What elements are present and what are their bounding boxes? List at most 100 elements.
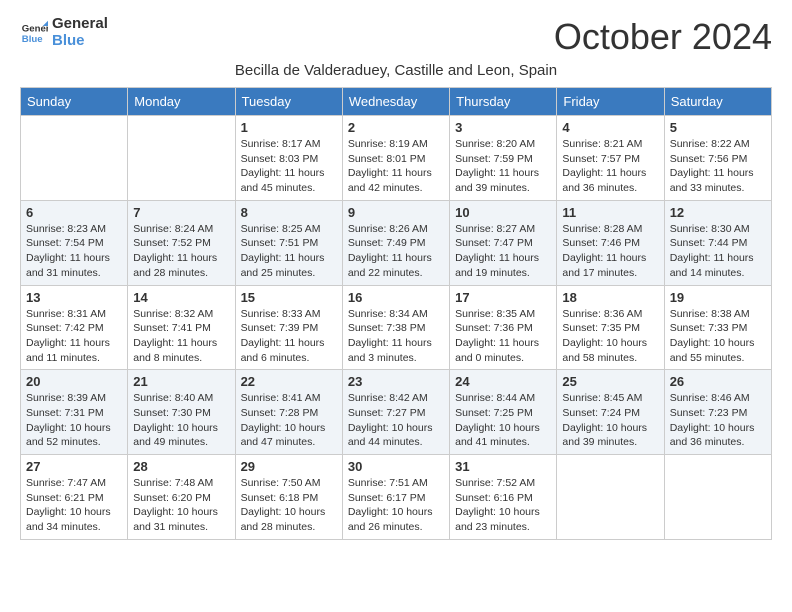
page-header: General Blue General Blue October 2024 — [20, 16, 772, 58]
day-number: 12 — [670, 205, 766, 220]
month-title: October 2024 — [554, 16, 772, 58]
day-info: Sunrise: 8:17 AM Sunset: 8:03 PM Dayligh… — [241, 137, 337, 196]
calendar-cell: 26 Sunrise: 8:46 AM Sunset: 7:23 PM Dayli… — [664, 370, 771, 455]
weekday-header-saturday: Saturday — [664, 88, 771, 116]
calendar-week-5: 27 Sunrise: 7:47 AM Sunset: 6:21 PM Dayli… — [21, 455, 772, 540]
calendar-cell: 15Sunrise: 8:33 AM Sunset: 7:39 PM Dayli… — [235, 285, 342, 370]
calendar-cell — [557, 455, 664, 540]
calendar-cell: 31 Sunrise: 7:52 AM Sunset: 6:16 PM Dayli… — [450, 455, 557, 540]
day-number: 10 — [455, 205, 551, 220]
day-info: Sunrise: 7:50 AM Sunset: 6:18 PM Dayligh… — [241, 476, 337, 535]
day-number: 31 — [455, 459, 551, 474]
svg-text:Blue: Blue — [22, 33, 43, 44]
calendar-cell: 3Sunrise: 8:20 AM Sunset: 7:59 PM Daylig… — [450, 116, 557, 201]
calendar-cell: 27 Sunrise: 7:47 AM Sunset: 6:21 PM Dayli… — [21, 455, 128, 540]
calendar-cell: 21 Sunrise: 8:40 AM Sunset: 7:30 PM Dayli… — [128, 370, 235, 455]
day-info: Sunrise: 8:33 AM Sunset: 7:39 PM Dayligh… — [241, 307, 337, 366]
day-number: 28 — [133, 459, 229, 474]
day-info: Sunrise: 8:19 AM Sunset: 8:01 PM Dayligh… — [348, 137, 444, 196]
calendar-cell: 24 Sunrise: 8:44 AM Sunset: 7:25 PM Dayli… — [450, 370, 557, 455]
calendar-week-3: 13 Sunrise: 8:31 AM Sunset: 7:42 PM Dayli… — [21, 285, 772, 370]
day-number: 23 — [348, 374, 444, 389]
calendar-cell — [664, 455, 771, 540]
calendar-cell: 14Sunrise: 8:32 AM Sunset: 7:41 PM Dayli… — [128, 285, 235, 370]
day-info: Sunrise: 8:32 AM Sunset: 7:41 PM Dayligh… — [133, 307, 229, 366]
calendar-cell: 25Sunrise: 8:45 AM Sunset: 7:24 PM Dayli… — [557, 370, 664, 455]
weekday-header-sunday: Sunday — [21, 88, 128, 116]
day-number: 9 — [348, 205, 444, 220]
day-info: Sunrise: 7:51 AM Sunset: 6:17 PM Dayligh… — [348, 476, 444, 535]
day-info: Sunrise: 8:31 AM Sunset: 7:42 PM Dayligh… — [26, 307, 122, 366]
day-number: 29 — [241, 459, 337, 474]
calendar-cell: 5 Sunrise: 8:22 AM Sunset: 7:56 PM Daylig… — [664, 116, 771, 201]
day-info: Sunrise: 8:44 AM Sunset: 7:25 PM Dayligh… — [455, 391, 551, 450]
calendar-cell: 18 Sunrise: 8:36 AM Sunset: 7:35 PM Dayli… — [557, 285, 664, 370]
day-info: Sunrise: 8:26 AM Sunset: 7:49 PM Dayligh… — [348, 222, 444, 281]
day-number: 4 — [562, 120, 658, 135]
calendar-cell: 23 Sunrise: 8:42 AM Sunset: 7:27 PM Dayli… — [342, 370, 449, 455]
day-number: 8 — [241, 205, 337, 220]
day-number: 26 — [670, 374, 766, 389]
calendar-cell: 10Sunrise: 8:27 AM Sunset: 7:47 PM Dayli… — [450, 200, 557, 285]
weekday-header-friday: Friday — [557, 88, 664, 116]
day-number: 17 — [455, 290, 551, 305]
day-info: Sunrise: 8:24 AM Sunset: 7:52 PM Dayligh… — [133, 222, 229, 281]
day-number: 19 — [670, 290, 766, 305]
logo-text-blue: Blue — [52, 33, 108, 50]
day-info: Sunrise: 7:47 AM Sunset: 6:21 PM Dayligh… — [26, 476, 122, 535]
calendar-cell: 9 Sunrise: 8:26 AM Sunset: 7:49 PM Daylig… — [342, 200, 449, 285]
calendar-cell: 30 Sunrise: 7:51 AM Sunset: 6:17 PM Dayli… — [342, 455, 449, 540]
day-info: Sunrise: 8:22 AM Sunset: 7:56 PM Dayligh… — [670, 137, 766, 196]
day-info: Sunrise: 8:41 AM Sunset: 7:28 PM Dayligh… — [241, 391, 337, 450]
day-number: 30 — [348, 459, 444, 474]
day-number: 18 — [562, 290, 658, 305]
calendar-cell: 4Sunrise: 8:21 AM Sunset: 7:57 PM Daylig… — [557, 116, 664, 201]
calendar-cell: 20Sunrise: 8:39 AM Sunset: 7:31 PM Dayli… — [21, 370, 128, 455]
weekday-header-row: SundayMondayTuesdayWednesdayThursdayFrid… — [21, 88, 772, 116]
weekday-header-thursday: Thursday — [450, 88, 557, 116]
day-number: 11 — [562, 205, 658, 220]
calendar-cell: 17 Sunrise: 8:35 AM Sunset: 7:36 PM Dayli… — [450, 285, 557, 370]
day-number: 24 — [455, 374, 551, 389]
calendar-table: SundayMondayTuesdayWednesdayThursdayFrid… — [20, 87, 772, 540]
calendar-cell: 22Sunrise: 8:41 AM Sunset: 7:28 PM Dayli… — [235, 370, 342, 455]
location-subtitle: Becilla de Valderaduey, Castille and Leo… — [20, 62, 772, 79]
calendar-cell: 29 Sunrise: 7:50 AM Sunset: 6:18 PM Dayli… — [235, 455, 342, 540]
calendar-cell — [21, 116, 128, 201]
calendar-cell: 16 Sunrise: 8:34 AM Sunset: 7:38 PM Dayli… — [342, 285, 449, 370]
day-number: 2 — [348, 120, 444, 135]
day-number: 6 — [26, 205, 122, 220]
calendar-cell: 11Sunrise: 8:28 AM Sunset: 7:46 PM Dayli… — [557, 200, 664, 285]
calendar-cell: 7 Sunrise: 8:24 AM Sunset: 7:52 PM Daylig… — [128, 200, 235, 285]
calendar-week-1: 1Sunrise: 8:17 AM Sunset: 8:03 PM Daylig… — [21, 116, 772, 201]
logo: General Blue General Blue — [20, 16, 108, 49]
day-info: Sunrise: 8:34 AM Sunset: 7:38 PM Dayligh… — [348, 307, 444, 366]
day-number: 16 — [348, 290, 444, 305]
day-info: Sunrise: 8:36 AM Sunset: 7:35 PM Dayligh… — [562, 307, 658, 366]
day-info: Sunrise: 8:42 AM Sunset: 7:27 PM Dayligh… — [348, 391, 444, 450]
day-number: 5 — [670, 120, 766, 135]
calendar-cell: 19 Sunrise: 8:38 AM Sunset: 7:33 PM Dayli… — [664, 285, 771, 370]
day-number: 27 — [26, 459, 122, 474]
day-info: Sunrise: 8:40 AM Sunset: 7:30 PM Dayligh… — [133, 391, 229, 450]
calendar-cell: 8 Sunrise: 8:25 AM Sunset: 7:51 PM Daylig… — [235, 200, 342, 285]
day-number: 25 — [562, 374, 658, 389]
day-info: Sunrise: 8:25 AM Sunset: 7:51 PM Dayligh… — [241, 222, 337, 281]
day-info: Sunrise: 8:35 AM Sunset: 7:36 PM Dayligh… — [455, 307, 551, 366]
day-number: 13 — [26, 290, 122, 305]
day-info: Sunrise: 8:30 AM Sunset: 7:44 PM Dayligh… — [670, 222, 766, 281]
day-number: 21 — [133, 374, 229, 389]
day-info: Sunrise: 7:52 AM Sunset: 6:16 PM Dayligh… — [455, 476, 551, 535]
day-info: Sunrise: 8:46 AM Sunset: 7:23 PM Dayligh… — [670, 391, 766, 450]
day-info: Sunrise: 8:38 AM Sunset: 7:33 PM Dayligh… — [670, 307, 766, 366]
calendar-week-2: 6 Sunrise: 8:23 AM Sunset: 7:54 PM Daylig… — [21, 200, 772, 285]
calendar-cell: 6 Sunrise: 8:23 AM Sunset: 7:54 PM Daylig… — [21, 200, 128, 285]
title-block: October 2024 — [554, 16, 772, 58]
day-info: Sunrise: 7:48 AM Sunset: 6:20 PM Dayligh… — [133, 476, 229, 535]
calendar-cell: 2 Sunrise: 8:19 AM Sunset: 8:01 PM Daylig… — [342, 116, 449, 201]
day-info: Sunrise: 8:39 AM Sunset: 7:31 PM Dayligh… — [26, 391, 122, 450]
weekday-header-tuesday: Tuesday — [235, 88, 342, 116]
calendar-week-4: 20Sunrise: 8:39 AM Sunset: 7:31 PM Dayli… — [21, 370, 772, 455]
day-info: Sunrise: 8:23 AM Sunset: 7:54 PM Dayligh… — [26, 222, 122, 281]
day-number: 7 — [133, 205, 229, 220]
